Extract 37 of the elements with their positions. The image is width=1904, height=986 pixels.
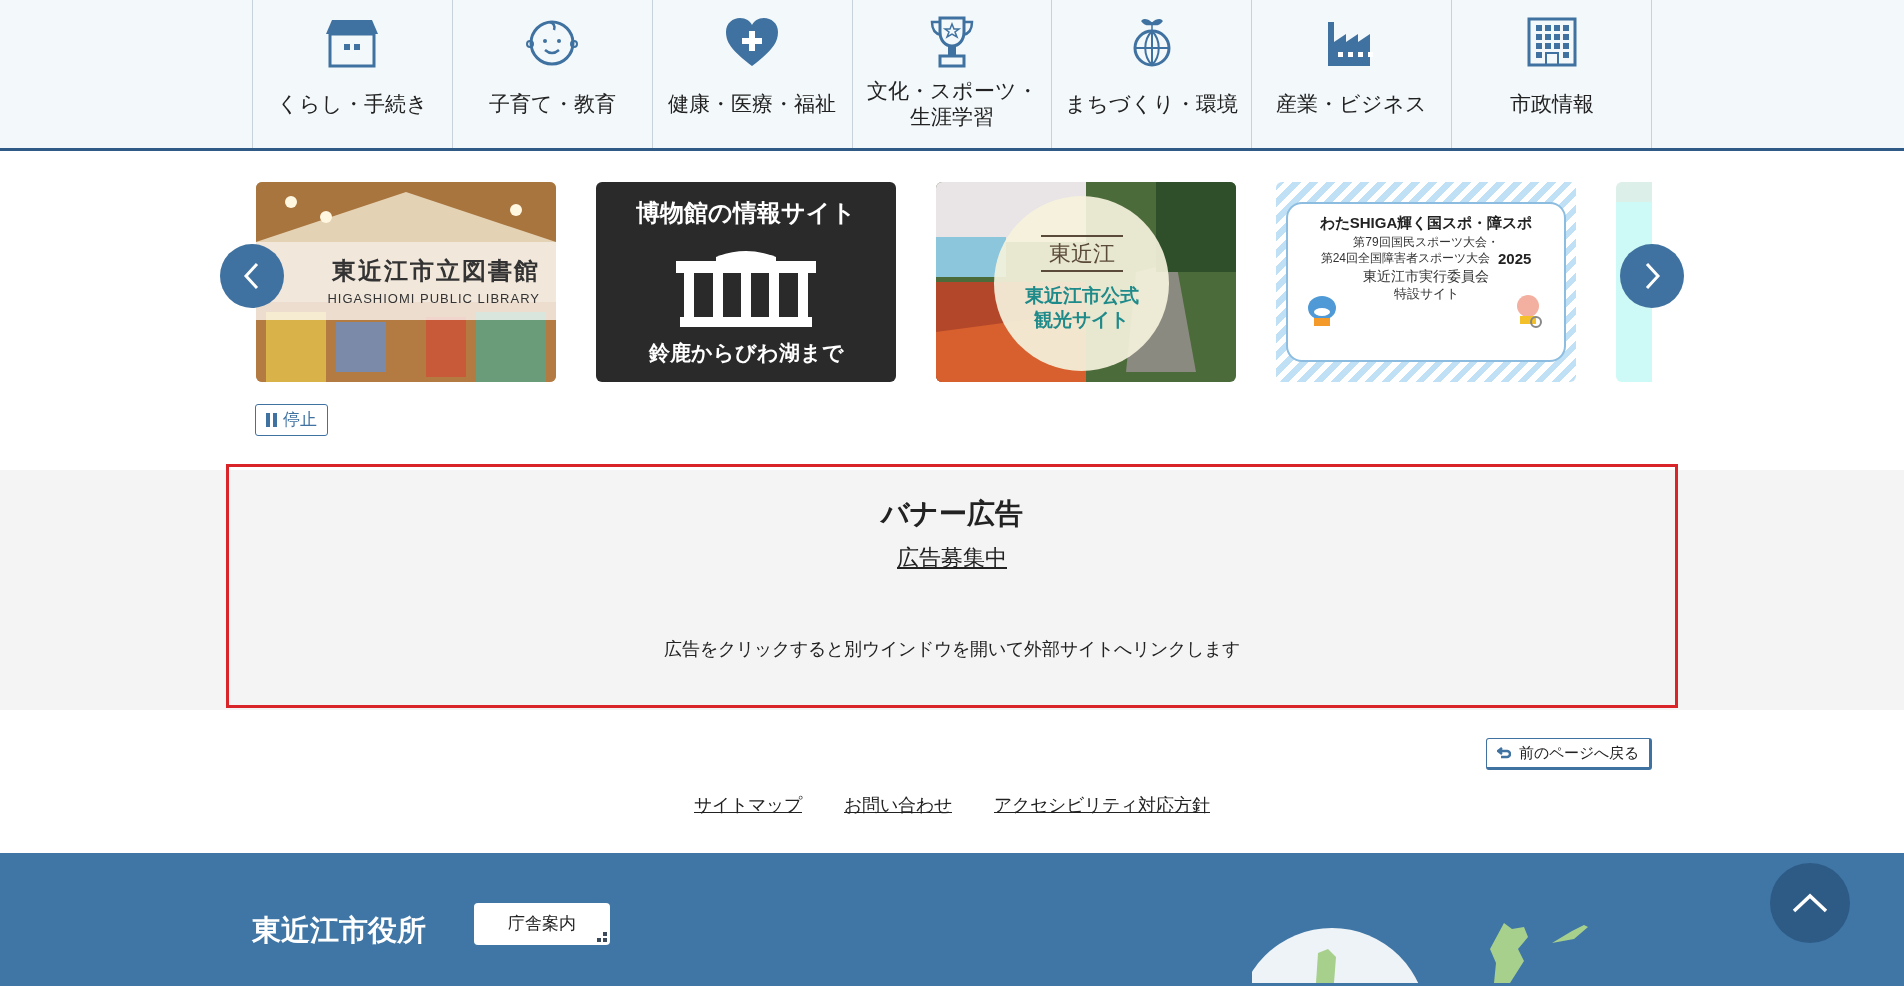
back-button[interactable]: 前のページへ戻る	[1486, 738, 1652, 770]
library-name: 東近江市立図書館	[332, 256, 540, 287]
banner-subtitle: 鈴鹿からびわ湖まで	[648, 340, 844, 367]
town-logo-text: 東近江	[1040, 235, 1123, 273]
banner-subtitle: 特設サイト	[1393, 285, 1459, 302]
category-tile[interactable]: 文化・スポーツ・生涯学習	[852, 0, 1053, 148]
category-tile[interactable]: くらし・手続き	[253, 0, 453, 148]
office-guide-button[interactable]: 庁舎案内	[474, 903, 610, 945]
footer-link[interactable]: お問い合わせ	[844, 792, 952, 819]
return-arrow-icon	[1497, 747, 1511, 759]
banner-subtitle: 観光サイト	[1034, 308, 1129, 332]
category-tile[interactable]: 健康・医療・福祉	[652, 0, 853, 148]
section-title: バナー広告	[881, 497, 1023, 531]
chevron-up-icon	[1792, 893, 1828, 913]
banner-title: 東近江市公式	[1024, 284, 1139, 308]
event-name: 第24回全国障害者スポーツ大会	[1320, 251, 1490, 267]
event-name: 第79回国民スポーツ大会・	[1353, 234, 1499, 250]
corner-mark-icon	[597, 932, 607, 942]
category-tile[interactable]: まちづくり・環境	[1052, 0, 1253, 148]
library-name-english: HIGASHIOMI PUBLIC LIBRARY	[327, 290, 540, 309]
event-year: 2025	[1498, 249, 1532, 269]
banner-title: 博物館の情報サイト	[636, 198, 856, 229]
recruitment-link[interactable]: 広告募集中	[897, 541, 1007, 574]
museum-banner[interactable]: 博物館の情報サイト 鈴鹿からびわ湖まで	[596, 182, 896, 382]
heart-cross-icon	[724, 16, 781, 68]
ad-note: 広告をクリックすると別ウインドウを開いて外部サイトへリンクします	[664, 638, 1240, 661]
organization-name: 東近江市役所	[252, 913, 426, 948]
category-tile[interactable]: 子育て・教育	[452, 0, 653, 148]
category-tile[interactable]: 産業・ビジネス	[1252, 0, 1453, 148]
banner-title: わたSHIGA輝く国スポ・障スポ	[1319, 213, 1533, 233]
footer-link[interactable]: サイトマップ	[694, 792, 802, 819]
category-tile[interactable]: 市政情報	[1452, 0, 1652, 148]
footer-link[interactable]: アクセシビリティ対応方針	[994, 792, 1210, 819]
sports-banner[interactable]: わたSHIGA輝く国スポ・障スポ 第79回国民スポーツ大会・ 第24回全国障害者スポーツ大会 2025 東近江市実行委員会 特設サイト	[1276, 182, 1576, 382]
stop-button[interactable]: 停止	[255, 404, 328, 436]
committee-name: 東近江市実行委員会	[1363, 268, 1489, 286]
pause-icon	[266, 413, 277, 427]
